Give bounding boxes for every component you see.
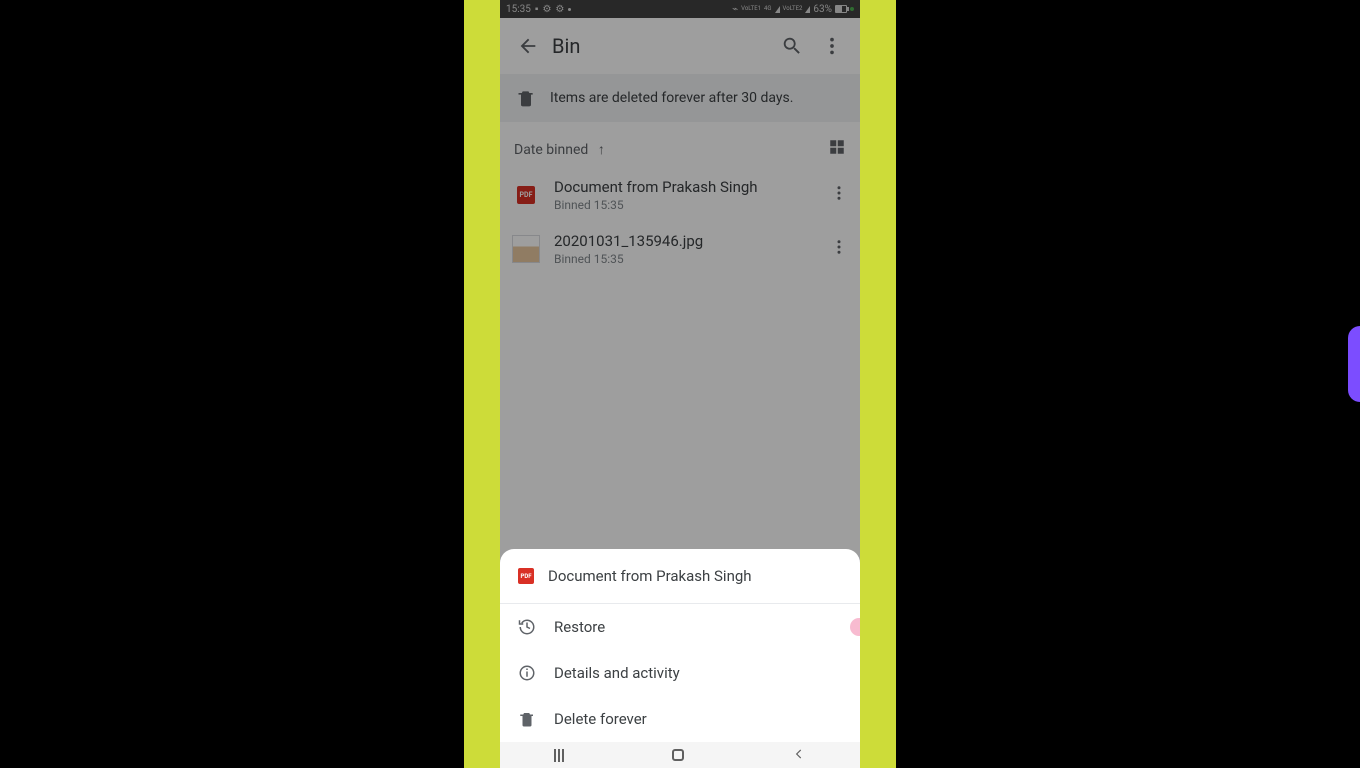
sheet-item-label: Details and activity (554, 664, 680, 682)
file-row[interactable]: PDF Document from Prakash Singh Binned 1… (500, 168, 860, 222)
sheet-item-label: Restore (554, 618, 605, 636)
vpn-icon: ⌁ (732, 4, 738, 15)
nav-home-button[interactable] (672, 749, 684, 761)
pink-indicator (850, 618, 860, 636)
file-meta: Binned 15:35 (554, 252, 816, 266)
image-thumbnail-icon (512, 235, 540, 263)
recording-indicator-icon (850, 7, 854, 11)
bottom-sheet: PDF Document from Prakash Singh Restore … (500, 549, 860, 742)
sheet-item-label: Delete forever (554, 710, 647, 728)
file-name: Document from Prakash Singh (554, 178, 816, 196)
sheet-item-delete-forever[interactable]: Delete forever (500, 696, 860, 742)
status-icon: ⚙ (542, 4, 551, 15)
sort-arrow-up-icon: ↑ (598, 142, 605, 158)
file-more-button[interactable] (830, 184, 848, 206)
battery-icon (835, 5, 847, 13)
info-banner: Items are deleted forever after 30 days. (500, 74, 860, 122)
sheet-title: Document from Prakash Singh (548, 567, 752, 585)
nav-back-button[interactable] (792, 746, 806, 765)
restore-icon (518, 618, 536, 636)
status-bar: 15:35 ▪ ⚙ ⚙ ⌁ VoLTE1 4G VoLTE2 63% (500, 0, 860, 18)
more-vert-icon (821, 35, 843, 57)
device-frame: 15:35 ▪ ⚙ ⚙ ⌁ VoLTE1 4G VoLTE2 63% (464, 0, 896, 768)
android-nav-bar (500, 742, 860, 768)
file-thumbnail (512, 235, 540, 263)
signal-1-icon (775, 6, 780, 13)
status-dot-icon (568, 8, 571, 11)
view-toggle-button[interactable] (828, 138, 846, 160)
network-2-label: VoLTE2 (783, 6, 803, 12)
status-icon-2: ⚙ (555, 4, 564, 15)
pdf-icon: PDF (517, 186, 535, 204)
file-thumbnail: PDF (512, 181, 540, 209)
delete-forever-icon (518, 710, 536, 728)
trash-icon (516, 88, 536, 108)
arrow-back-icon (517, 35, 539, 57)
side-handle[interactable] (1348, 326, 1360, 402)
sort-button[interactable]: Date binned ↑ (514, 141, 605, 158)
more-button[interactable] (812, 26, 852, 66)
info-icon (518, 664, 536, 682)
file-name: 20201031_135946.jpg (554, 232, 816, 250)
file-row[interactable]: 20201031_135946.jpg Binned 15:35 (500, 222, 860, 276)
sheet-header: PDF Document from Prakash Singh (500, 549, 860, 604)
battery-percent: 63% (813, 4, 832, 15)
back-button[interactable] (508, 26, 548, 66)
network-gen: 4G (764, 6, 771, 12)
app-bar: Bin (500, 18, 860, 74)
banner-text: Items are deleted forever after 30 days. (550, 90, 793, 106)
page-title: Bin (552, 34, 772, 58)
grid-view-icon (828, 138, 846, 156)
chevron-left-icon (792, 747, 806, 761)
pdf-icon: PDF (518, 568, 534, 584)
file-more-button[interactable] (830, 238, 848, 260)
file-meta: Binned 15:35 (554, 198, 816, 212)
sort-label: Date binned (514, 142, 588, 158)
sort-row: Date binned ↑ (500, 122, 860, 168)
phone-screen: 15:35 ▪ ⚙ ⚙ ⌁ VoLTE1 4G VoLTE2 63% (500, 0, 860, 768)
camera-icon: ▪ (535, 4, 539, 15)
network-1-label: VoLTE1 (741, 6, 761, 12)
more-vert-icon (830, 238, 848, 256)
sheet-item-restore[interactable]: Restore (500, 604, 860, 650)
more-vert-icon (830, 184, 848, 202)
search-icon (781, 35, 803, 57)
nav-recents-button[interactable] (554, 749, 564, 762)
sheet-item-details[interactable]: Details and activity (500, 650, 860, 696)
search-button[interactable] (772, 26, 812, 66)
signal-2-icon (805, 6, 810, 13)
status-time: 15:35 (506, 4, 531, 15)
